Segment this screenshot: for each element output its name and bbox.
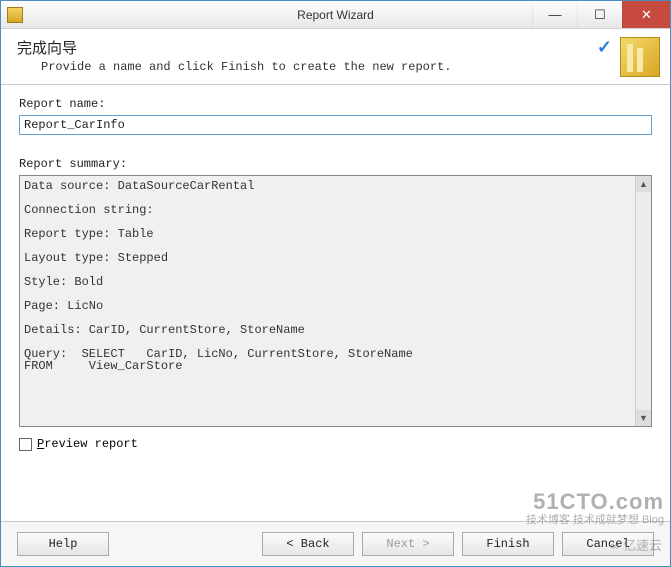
report-icon <box>620 37 660 77</box>
report-summary-label: Report summary: <box>19 157 652 171</box>
preview-report-checkbox[interactable] <box>19 438 32 451</box>
report-summary-box: Data source: DataSourceCarRental Connect… <box>19 175 652 427</box>
back-button[interactable]: < Back <box>262 532 354 556</box>
scroll-down-icon[interactable]: ▼ <box>636 410 651 426</box>
maximize-button[interactable]: ☐ <box>577 1 622 28</box>
window-controls: — ☐ ✕ <box>532 1 670 28</box>
finish-button[interactable]: Finish <box>462 532 554 556</box>
preview-report-row[interactable]: Preview report <box>19 437 652 451</box>
window-title: Report Wizard <box>297 8 374 22</box>
minimize-button[interactable]: — <box>532 1 577 28</box>
check-icon: ✓ <box>597 37 612 58</box>
report-name-label: Report name: <box>19 97 652 111</box>
app-icon <box>7 7 23 23</box>
report-summary-text[interactable]: Data source: DataSourceCarRental Connect… <box>20 176 651 426</box>
wizard-header: 完成向导 Provide a name and click Finish to … <box>1 29 670 85</box>
cancel-button[interactable]: Cancel <box>562 532 654 556</box>
watermark-line1: 51CTO.com <box>526 490 664 514</box>
wizard-footer: Help < Back Next > Finish Cancel <box>1 521 670 566</box>
report-name-input[interactable] <box>19 115 652 135</box>
scroll-up-icon[interactable]: ▲ <box>636 176 651 192</box>
header-title: 完成向导 <box>17 37 654 58</box>
help-button[interactable]: Help <box>17 532 109 556</box>
scrollbar[interactable]: ▲ ▼ <box>635 176 651 426</box>
preview-report-label: Preview report <box>37 437 138 451</box>
header-description: Provide a name and click Finish to creat… <box>41 60 654 74</box>
wizard-body: Report name: Report summary: Data source… <box>1 85 670 451</box>
next-button: Next > <box>362 532 454 556</box>
close-button[interactable]: ✕ <box>622 1 670 28</box>
titlebar: Report Wizard — ☐ ✕ <box>1 1 670 29</box>
